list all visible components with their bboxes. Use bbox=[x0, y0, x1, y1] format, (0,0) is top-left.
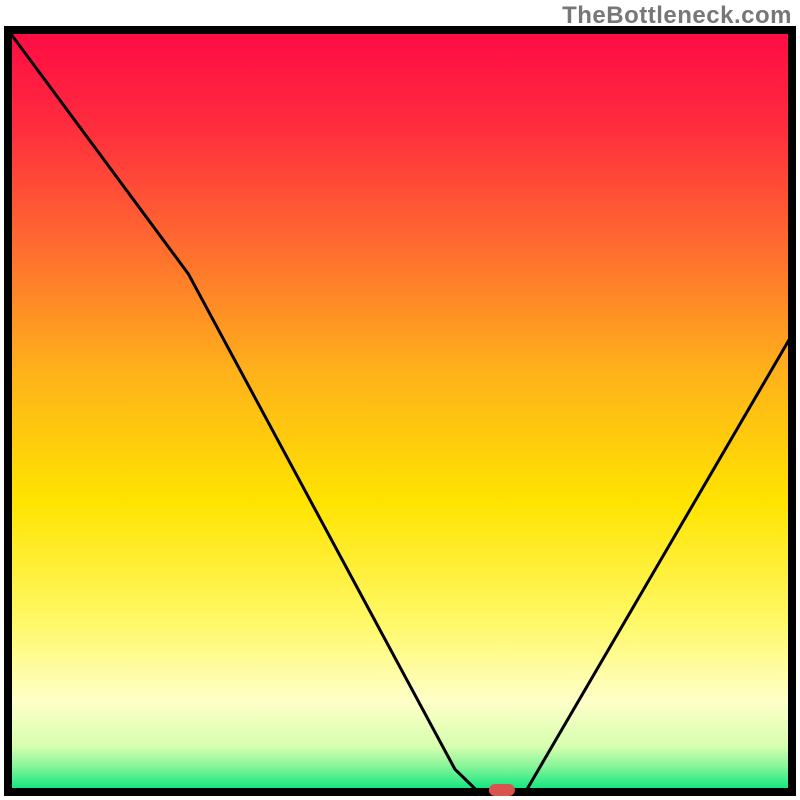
chart-frame: TheBottleneck.com bbox=[0, 0, 800, 800]
watermark-label: TheBottleneck.com bbox=[562, 2, 792, 30]
gradient-background bbox=[8, 30, 792, 792]
optimal-marker bbox=[489, 784, 515, 796]
bottleneck-chart bbox=[0, 0, 800, 800]
